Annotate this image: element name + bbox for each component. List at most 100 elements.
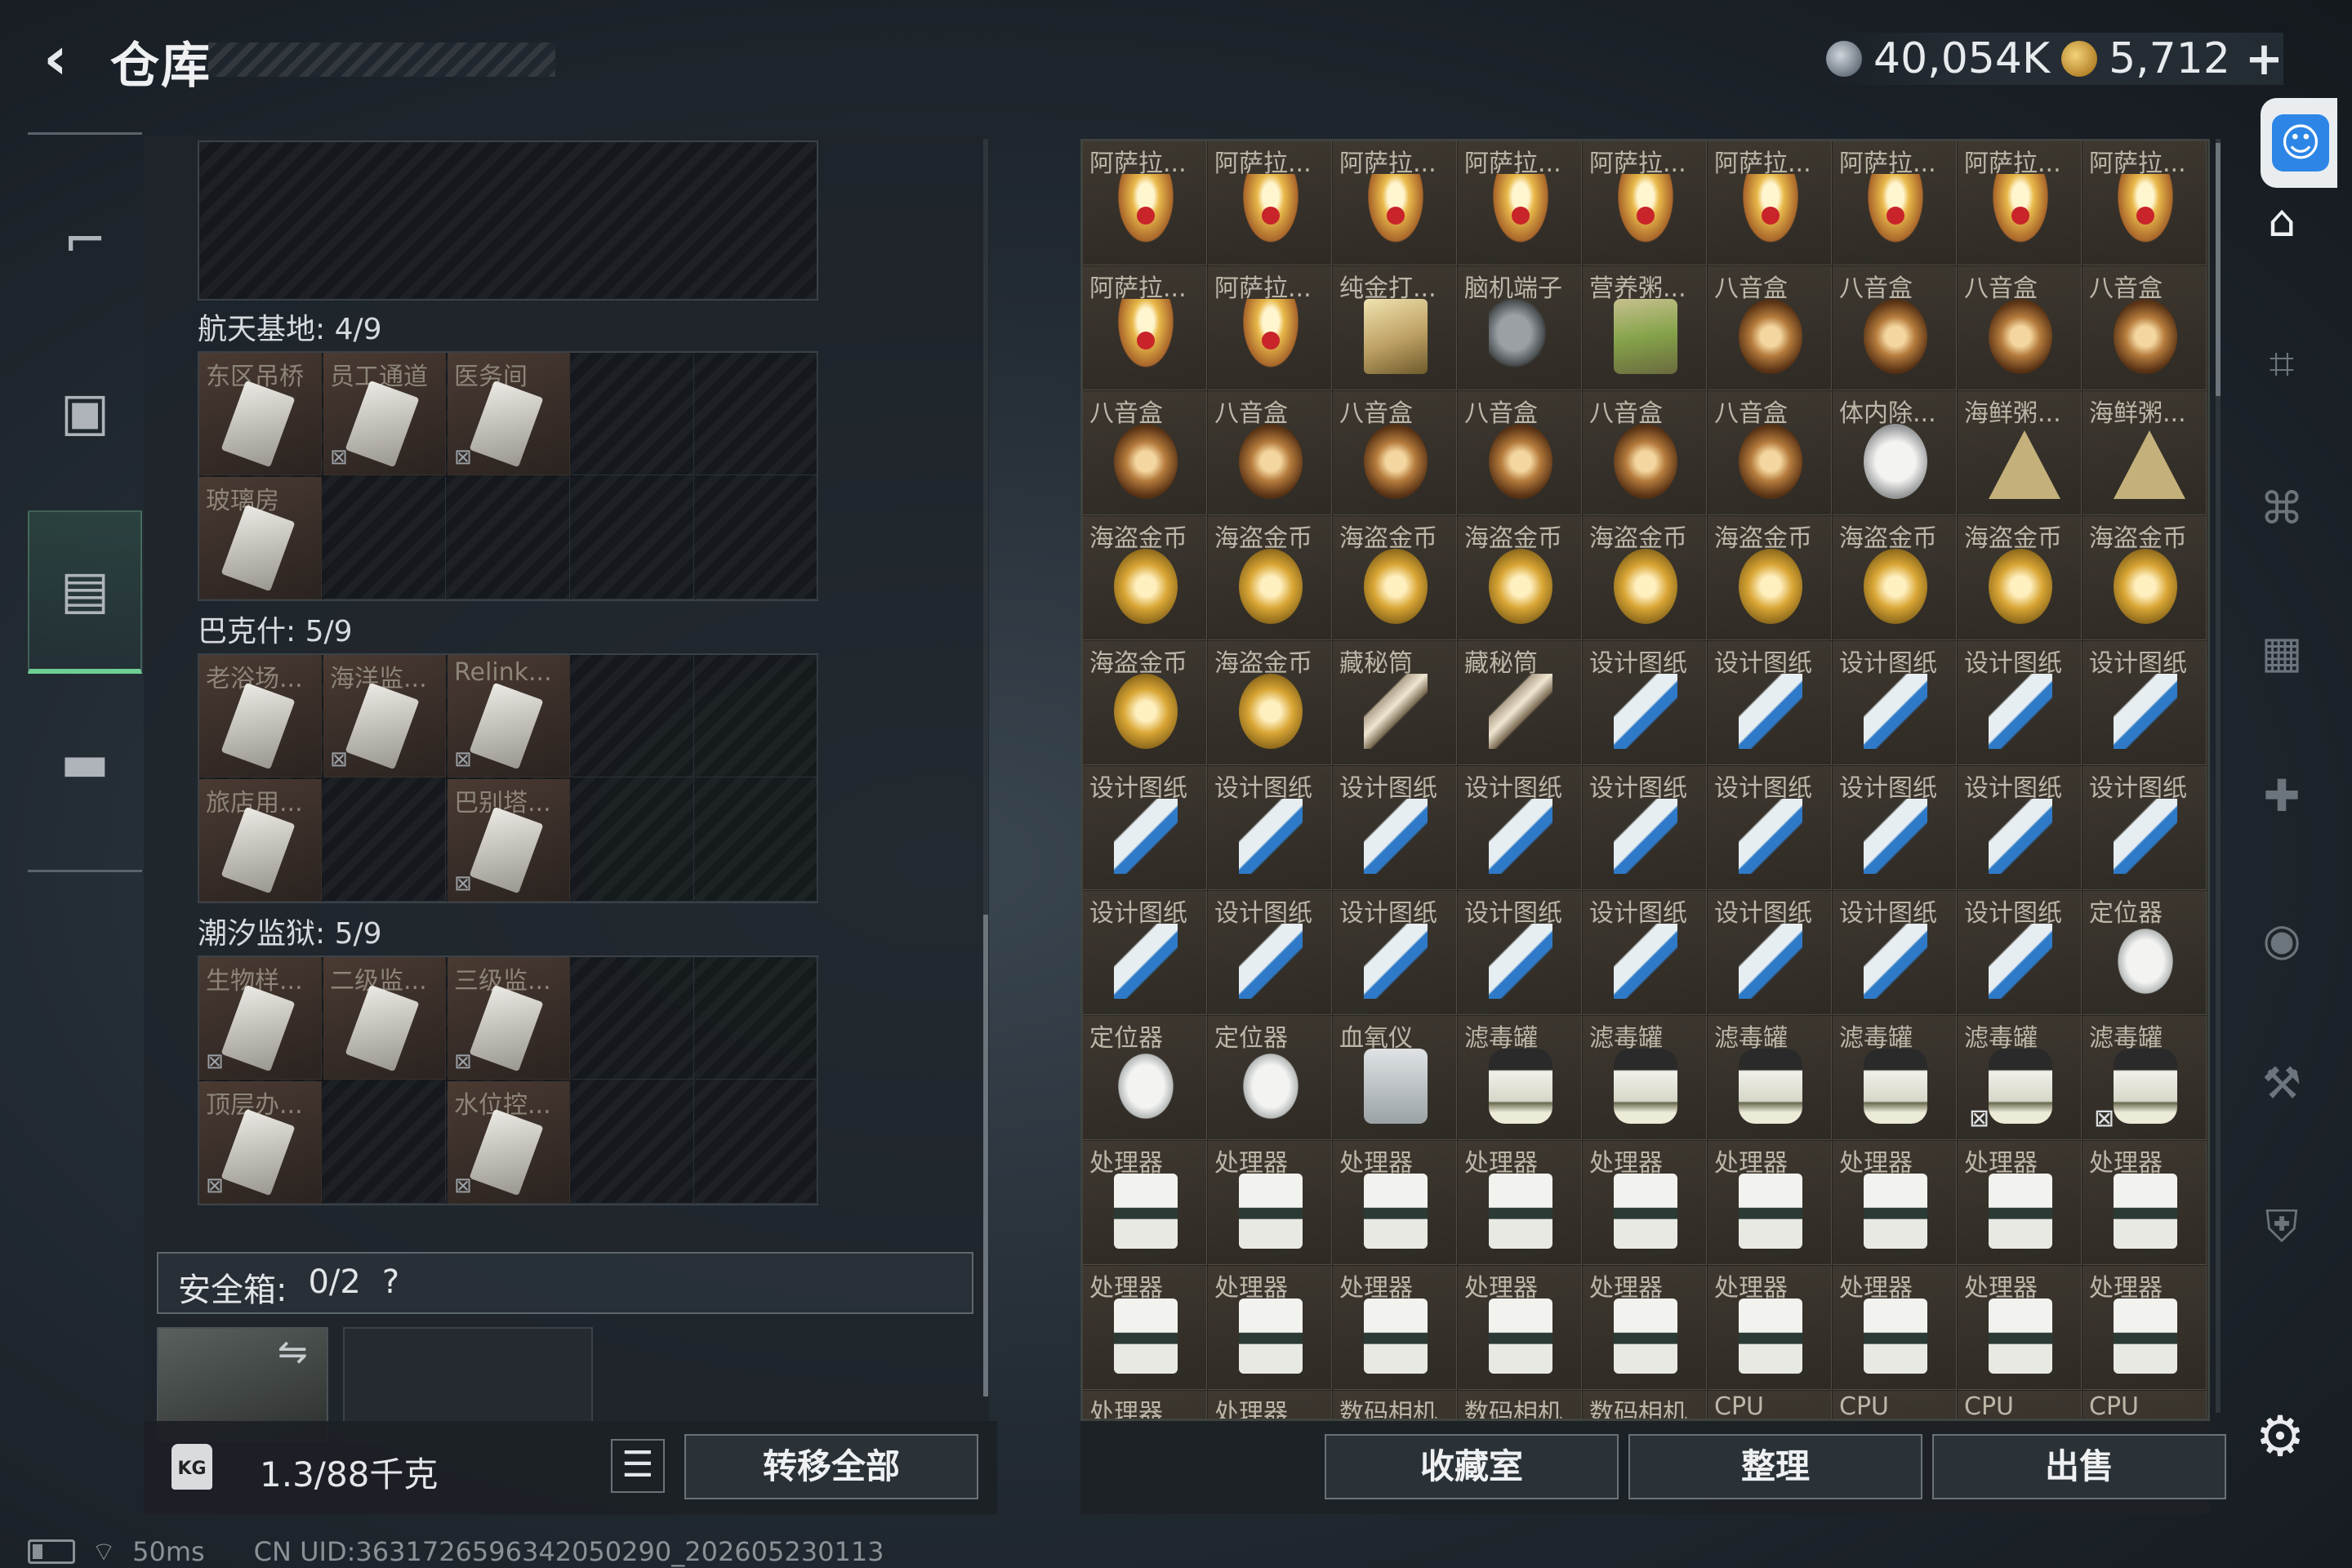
storage-item[interactable]: 血氧仪: [1333, 1016, 1457, 1140]
keycard-item[interactable]: 老浴场...: [199, 655, 322, 777]
storage-item[interactable]: 处理器: [2082, 1141, 2207, 1265]
storage-item[interactable]: 设计图纸: [1208, 766, 1332, 890]
storage-item[interactable]: 处理器: [1833, 1141, 1957, 1265]
list-icon[interactable]: ☰: [611, 1439, 665, 1493]
iv-case-icon[interactable]: ▦: [2239, 609, 2324, 694]
storage-item[interactable]: 阿萨拉...: [1208, 141, 1332, 265]
storage-item[interactable]: 处理器: [1083, 1391, 1207, 1419]
storage-item[interactable]: 海盗金币: [2082, 516, 2207, 640]
storage-item[interactable]: CPU: [1708, 1391, 1832, 1419]
storage-item[interactable]: 定位器: [1208, 1016, 1332, 1140]
pistol-icon[interactable]: ⌐: [28, 159, 142, 323]
storage-item[interactable]: 阿萨拉...: [1583, 141, 1707, 265]
storage-item[interactable]: 海盗金币: [1208, 516, 1332, 640]
storage-item[interactable]: 八音盒: [1958, 266, 2082, 390]
storage-item[interactable]: 滤毒罐 ⊠: [2082, 1016, 2207, 1140]
storage-item[interactable]: 设计图纸: [1333, 891, 1457, 1015]
storage-item[interactable]: 滤毒罐: [1708, 1016, 1832, 1140]
storage-item[interactable]: 八音盒: [2082, 266, 2207, 390]
storage-item[interactable]: 海盗金币: [1208, 641, 1332, 765]
storage-item[interactable]: 处理器: [1458, 1266, 1582, 1390]
storage-item[interactable]: 海盗金币: [1958, 516, 2082, 640]
storage-item[interactable]: 阿萨拉...: [1083, 141, 1207, 265]
sell-button[interactable]: 出售: [1932, 1434, 2226, 1499]
storage-item[interactable]: 设计图纸: [1958, 641, 2082, 765]
storage-item[interactable]: 设计图纸: [1458, 891, 1582, 1015]
storage-item[interactable]: 海盗金币: [1583, 516, 1707, 640]
storage-item[interactable]: 设计图纸: [1583, 891, 1707, 1015]
storage-item[interactable]: CPU: [1833, 1391, 1957, 1419]
storage-item[interactable]: 八音盒: [1083, 391, 1207, 515]
storage-item[interactable]: 处理器: [1833, 1266, 1957, 1390]
storage-item[interactable]: 八音盒: [1458, 391, 1582, 515]
keycard-item[interactable]: 二级监...: [323, 957, 446, 1080]
briefcase-icon[interactable]: ▬: [28, 682, 142, 845]
keycard-item[interactable]: 医务间 ⊠: [448, 353, 570, 475]
add-currency-button[interactable]: +: [2245, 33, 2283, 86]
storage-item[interactable]: 处理器: [1333, 1266, 1457, 1390]
help-icon[interactable]: ?: [382, 1263, 399, 1303]
backpack-icon[interactable]: ▣: [28, 331, 142, 494]
storage-item[interactable]: 八音盒: [1708, 391, 1832, 515]
storage-item[interactable]: 数码相机: [1333, 1391, 1457, 1419]
storage-item[interactable]: 处理器: [1083, 1141, 1207, 1265]
storage-item[interactable]: 滤毒罐: [1458, 1016, 1582, 1140]
keycard-item[interactable]: 员工通道 ⊠: [323, 353, 446, 475]
v-camera-icon[interactable]: ◉: [2239, 897, 2324, 982]
storage-item[interactable]: 海鲜粥...: [1958, 391, 2082, 515]
keycard-item[interactable]: 东区吊桥: [199, 353, 322, 475]
gti-gun-icon[interactable]: ⌗: [2239, 322, 2324, 407]
storage-item[interactable]: 处理器: [1208, 1141, 1332, 1265]
storage-item[interactable]: 阿萨拉...: [1333, 141, 1457, 265]
storage-item[interactable]: 阿萨拉...: [1708, 141, 1832, 265]
storage-item[interactable]: 八音盒: [1333, 391, 1457, 515]
storage-item[interactable]: 海鲜粥...: [2082, 391, 2207, 515]
storage-item[interactable]: CPU: [2082, 1391, 2207, 1419]
keycard-item[interactable]: 海洋监... ⊠: [323, 655, 446, 777]
storage-item[interactable]: 设计图纸: [2082, 641, 2207, 765]
gear-icon[interactable]: ⚙: [2247, 1405, 2313, 1470]
storage-item[interactable]: 处理器: [1958, 1266, 2082, 1390]
storage-item[interactable]: 八音盒: [1208, 391, 1332, 515]
storage-item[interactable]: 脑机端子: [1458, 266, 1582, 390]
storage-item[interactable]: 海盗金币: [1083, 641, 1207, 765]
gti-rifle-icon[interactable]: ⌘: [2239, 466, 2324, 550]
keycard-item[interactable]: 玻璃房: [199, 477, 322, 599]
storage-item[interactable]: 阿萨拉...: [1458, 141, 1582, 265]
storage-item[interactable]: 营养粥...: [1583, 266, 1707, 390]
storage-item[interactable]: 八音盒: [1583, 391, 1707, 515]
gti-tool-icon[interactable]: ⚒: [2239, 1040, 2324, 1125]
keycard-item[interactable]: 三级监... ⊠: [448, 957, 570, 1080]
storage-item[interactable]: 数码相机: [1583, 1391, 1707, 1419]
storage-item[interactable]: 设计图纸: [1458, 766, 1582, 890]
storage-item[interactable]: 滤毒罐 ⊠: [1958, 1016, 2082, 1140]
storage-item[interactable]: 阿萨拉...: [1958, 141, 2082, 265]
storage-item[interactable]: 定位器: [1083, 1016, 1207, 1140]
transfer-all-button[interactable]: 转移全部: [684, 1434, 978, 1499]
organize-button[interactable]: 整理: [1628, 1434, 1922, 1499]
storage-item[interactable]: 设计图纸: [1083, 766, 1207, 890]
storage-item[interactable]: 海盗金币: [1833, 516, 1957, 640]
keycard-item[interactable]: 生物样... ⊠: [199, 957, 322, 1080]
storage-item[interactable]: 设计图纸: [1833, 891, 1957, 1015]
storage-item[interactable]: 设计图纸: [1708, 891, 1832, 1015]
storage-item[interactable]: 处理器: [1083, 1266, 1207, 1390]
storage-item[interactable]: 处理器: [2082, 1266, 2207, 1390]
left-scrollbar-thumb[interactable]: [983, 915, 988, 1396]
storage-item[interactable]: 处理器: [1708, 1141, 1832, 1265]
storage-item[interactable]: 定位器: [2082, 891, 2207, 1015]
iv-medkit-icon[interactable]: ✚: [2239, 753, 2324, 838]
storage-item[interactable]: 处理器: [1333, 1141, 1457, 1265]
storage-item[interactable]: 处理器: [1583, 1141, 1707, 1265]
storage-item[interactable]: 设计图纸: [1833, 641, 1957, 765]
storage-item[interactable]: 处理器: [1208, 1391, 1332, 1419]
storage-item[interactable]: 阿萨拉...: [1833, 141, 1957, 265]
storage-scrollbar-thumb[interactable]: [2216, 143, 2221, 396]
storage-item[interactable]: 藏秘筒: [1333, 641, 1457, 765]
storage-item[interactable]: 设计图纸: [1083, 891, 1207, 1015]
storage-item[interactable]: 设计图纸: [1958, 766, 2082, 890]
storage-item[interactable]: 八音盒: [1708, 266, 1832, 390]
keycard-item[interactable]: Relink... ⊠: [448, 655, 570, 777]
clipboard-icon[interactable]: ▤: [28, 510, 142, 674]
keycard-item[interactable]: 顶层办... ⊠: [199, 1081, 322, 1204]
